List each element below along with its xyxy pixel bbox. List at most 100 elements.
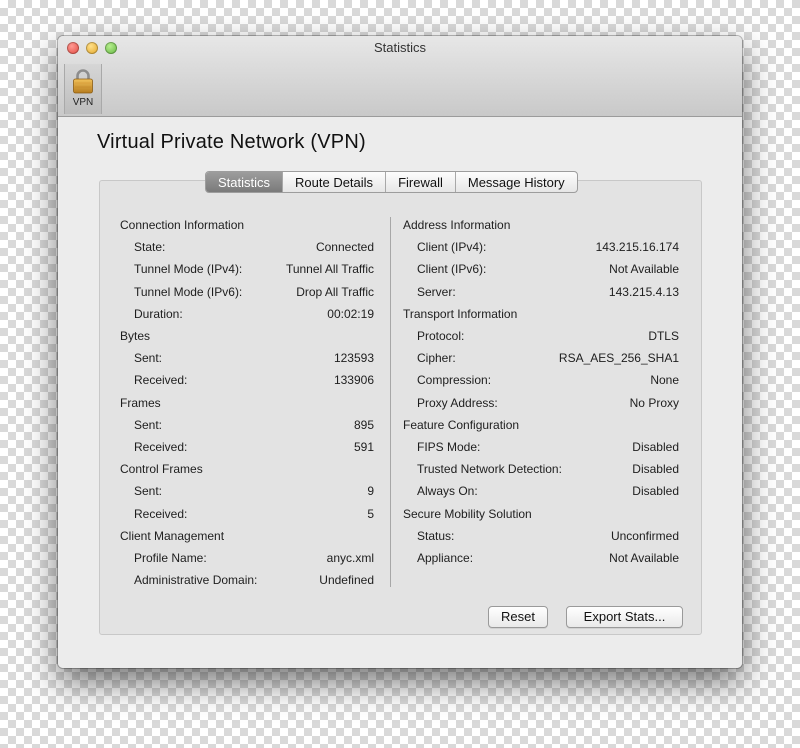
section-label: Transport Information <box>403 306 518 321</box>
stat-label: Sent: <box>134 417 163 432</box>
stat-label: Sent: <box>134 484 163 499</box>
stat-value: Disabled <box>632 462 679 477</box>
stat-row: Sent: 123593 <box>120 350 374 366</box>
stat-row: State: Connected <box>120 239 374 255</box>
tab-statistics[interactable]: Statistics <box>206 172 283 192</box>
stat-row: Protocol: DTLS <box>403 328 679 344</box>
stat-row: Client (IPv6): Not Available <box>403 261 679 277</box>
stat-label: Received: <box>134 440 188 454</box>
stat-value: 133906 <box>333 373 374 388</box>
stat-value: 00:02:19 <box>327 306 374 321</box>
tab-bar: Statistics Route Details Firewall Messag… <box>205 171 578 193</box>
stat-label: Duration: <box>134 306 183 321</box>
stat-row: FIPS Mode: Disabled <box>403 439 679 455</box>
stat-row: Tunnel Mode (IPv6): Drop All Traffic <box>120 284 374 300</box>
stat-row: Sent: 895 <box>120 417 374 433</box>
statistics-window: Statistics VPN Virtual Private Network (… <box>58 36 742 668</box>
tab-firewall[interactable]: Firewall <box>385 172 455 192</box>
stat-row: Cipher: RSA_AES_256_SHA1 <box>403 350 679 366</box>
stat-label: Tunnel Mode (IPv4): <box>134 262 243 277</box>
page-title: Virtual Private Network (VPN) <box>97 131 366 153</box>
stat-value: No Proxy <box>629 395 679 410</box>
stat-label: State: <box>134 240 166 255</box>
reset-button[interactable]: Reset <box>488 606 548 628</box>
stat-label: Administrative Domain: <box>134 573 258 588</box>
stat-row: Received: 5 <box>120 506 374 522</box>
stat-value: Disabled <box>632 484 679 499</box>
stat-value: Not Available <box>609 262 679 277</box>
stat-row: Always On: Disabled <box>403 483 679 499</box>
stat-row: Received: 133906 <box>120 372 374 388</box>
stat-value: 5 <box>367 506 374 521</box>
stat-value: 123593 <box>333 351 374 366</box>
section-label: Client Management <box>120 528 225 543</box>
stat-value: None <box>650 373 679 388</box>
stat-value: RSA_AES_256_SHA1 <box>558 351 679 366</box>
stat-row: Tunnel Mode (IPv4): Tunnel All Traffic <box>120 261 374 277</box>
stat-label: Received: <box>134 373 188 388</box>
content-area: Virtual Private Network (VPN) Statistics… <box>58 117 742 668</box>
stat-row: Proxy Address: No Proxy <box>403 395 679 411</box>
stat-row: Server: 143.215.4.13 <box>403 284 679 300</box>
window-title: Statistics <box>373 40 426 55</box>
stat-label: Cipher: <box>417 351 456 366</box>
stat-row: Compression: None <box>403 372 679 388</box>
stat-value: anyc.xml <box>326 551 374 565</box>
stat-label: Client (IPv4): <box>417 240 487 255</box>
section-heading: Secure Mobility Solution <box>403 506 679 522</box>
section-heading: Bytes <box>120 328 374 344</box>
export-stats-button[interactable]: Export Stats... <box>566 606 683 628</box>
section-heading: Transport Information <box>403 306 679 322</box>
section-heading: Feature Configuration <box>403 417 679 433</box>
stat-value: Undefined <box>319 573 374 588</box>
stat-label: Trusted Network Detection: <box>417 462 562 477</box>
stat-label: Profile Name: <box>134 551 207 565</box>
stat-row: Duration: 00:02:19 <box>120 306 374 322</box>
section-label: Connection Information <box>120 218 245 232</box>
section-label: Control Frames <box>120 462 203 477</box>
stat-label: Server: <box>417 284 456 299</box>
stat-label: Status: <box>417 528 455 543</box>
section-label: Frames <box>120 395 161 410</box>
stat-row: Client (IPv4): 143.215.16.174 <box>403 239 679 255</box>
stat-value: Unconfirmed <box>610 528 679 543</box>
section-label: Secure Mobility Solution <box>403 506 532 521</box>
section-heading: Address Information <box>403 217 679 233</box>
section-label: Bytes <box>120 329 151 343</box>
stat-value: 143.215.4.13 <box>608 284 679 299</box>
stat-label: Appliance: <box>417 551 474 565</box>
stat-row: Received: 591 <box>120 439 374 455</box>
stat-label: Sent: <box>134 351 163 366</box>
stat-row: Status: Unconfirmed <box>403 528 679 544</box>
stat-row: Trusted Network Detection: Disabled <box>403 461 679 477</box>
stat-label: FIPS Mode: <box>417 440 481 454</box>
section-heading: Control Frames <box>120 461 374 477</box>
section-heading: Client Management <box>120 528 374 544</box>
stat-row: Sent: 9 <box>120 483 374 499</box>
tab-route-details[interactable]: Route Details <box>282 172 385 192</box>
section-heading: Connection Information <box>120 217 374 233</box>
stat-value: Connected <box>315 240 374 255</box>
stat-value: 9 <box>367 484 374 499</box>
stat-value: Tunnel All Traffic <box>285 262 374 277</box>
stat-label: Compression: <box>417 373 492 388</box>
stat-value: Not Available <box>609 551 679 565</box>
lock-icon <box>73 69 93 94</box>
stat-value: 143.215.16.174 <box>595 240 679 255</box>
toolbar-label-vpn: VPN <box>72 97 94 108</box>
title-bar: Statistics VPN <box>58 36 742 117</box>
stat-label: Proxy Address: <box>417 395 498 410</box>
stat-value: DTLS <box>648 329 679 343</box>
tab-message-history[interactable]: Message History <box>454 172 577 192</box>
stat-value: Disabled <box>632 440 679 454</box>
section-label: Address Information <box>403 218 511 232</box>
toolbar-item-vpn[interactable]: VPN <box>64 64 102 114</box>
stat-label: Client (IPv6): <box>417 262 487 277</box>
stat-value: Drop All Traffic <box>296 284 374 299</box>
column-divider <box>390 217 391 587</box>
stat-row: Appliance: Not Available <box>403 550 679 566</box>
stat-row: Profile Name: anyc.xml <box>120 550 374 566</box>
stat-label: Always On: <box>417 484 478 499</box>
section-label: Feature Configuration <box>403 417 520 432</box>
stat-row: Administrative Domain: Undefined <box>120 572 374 588</box>
